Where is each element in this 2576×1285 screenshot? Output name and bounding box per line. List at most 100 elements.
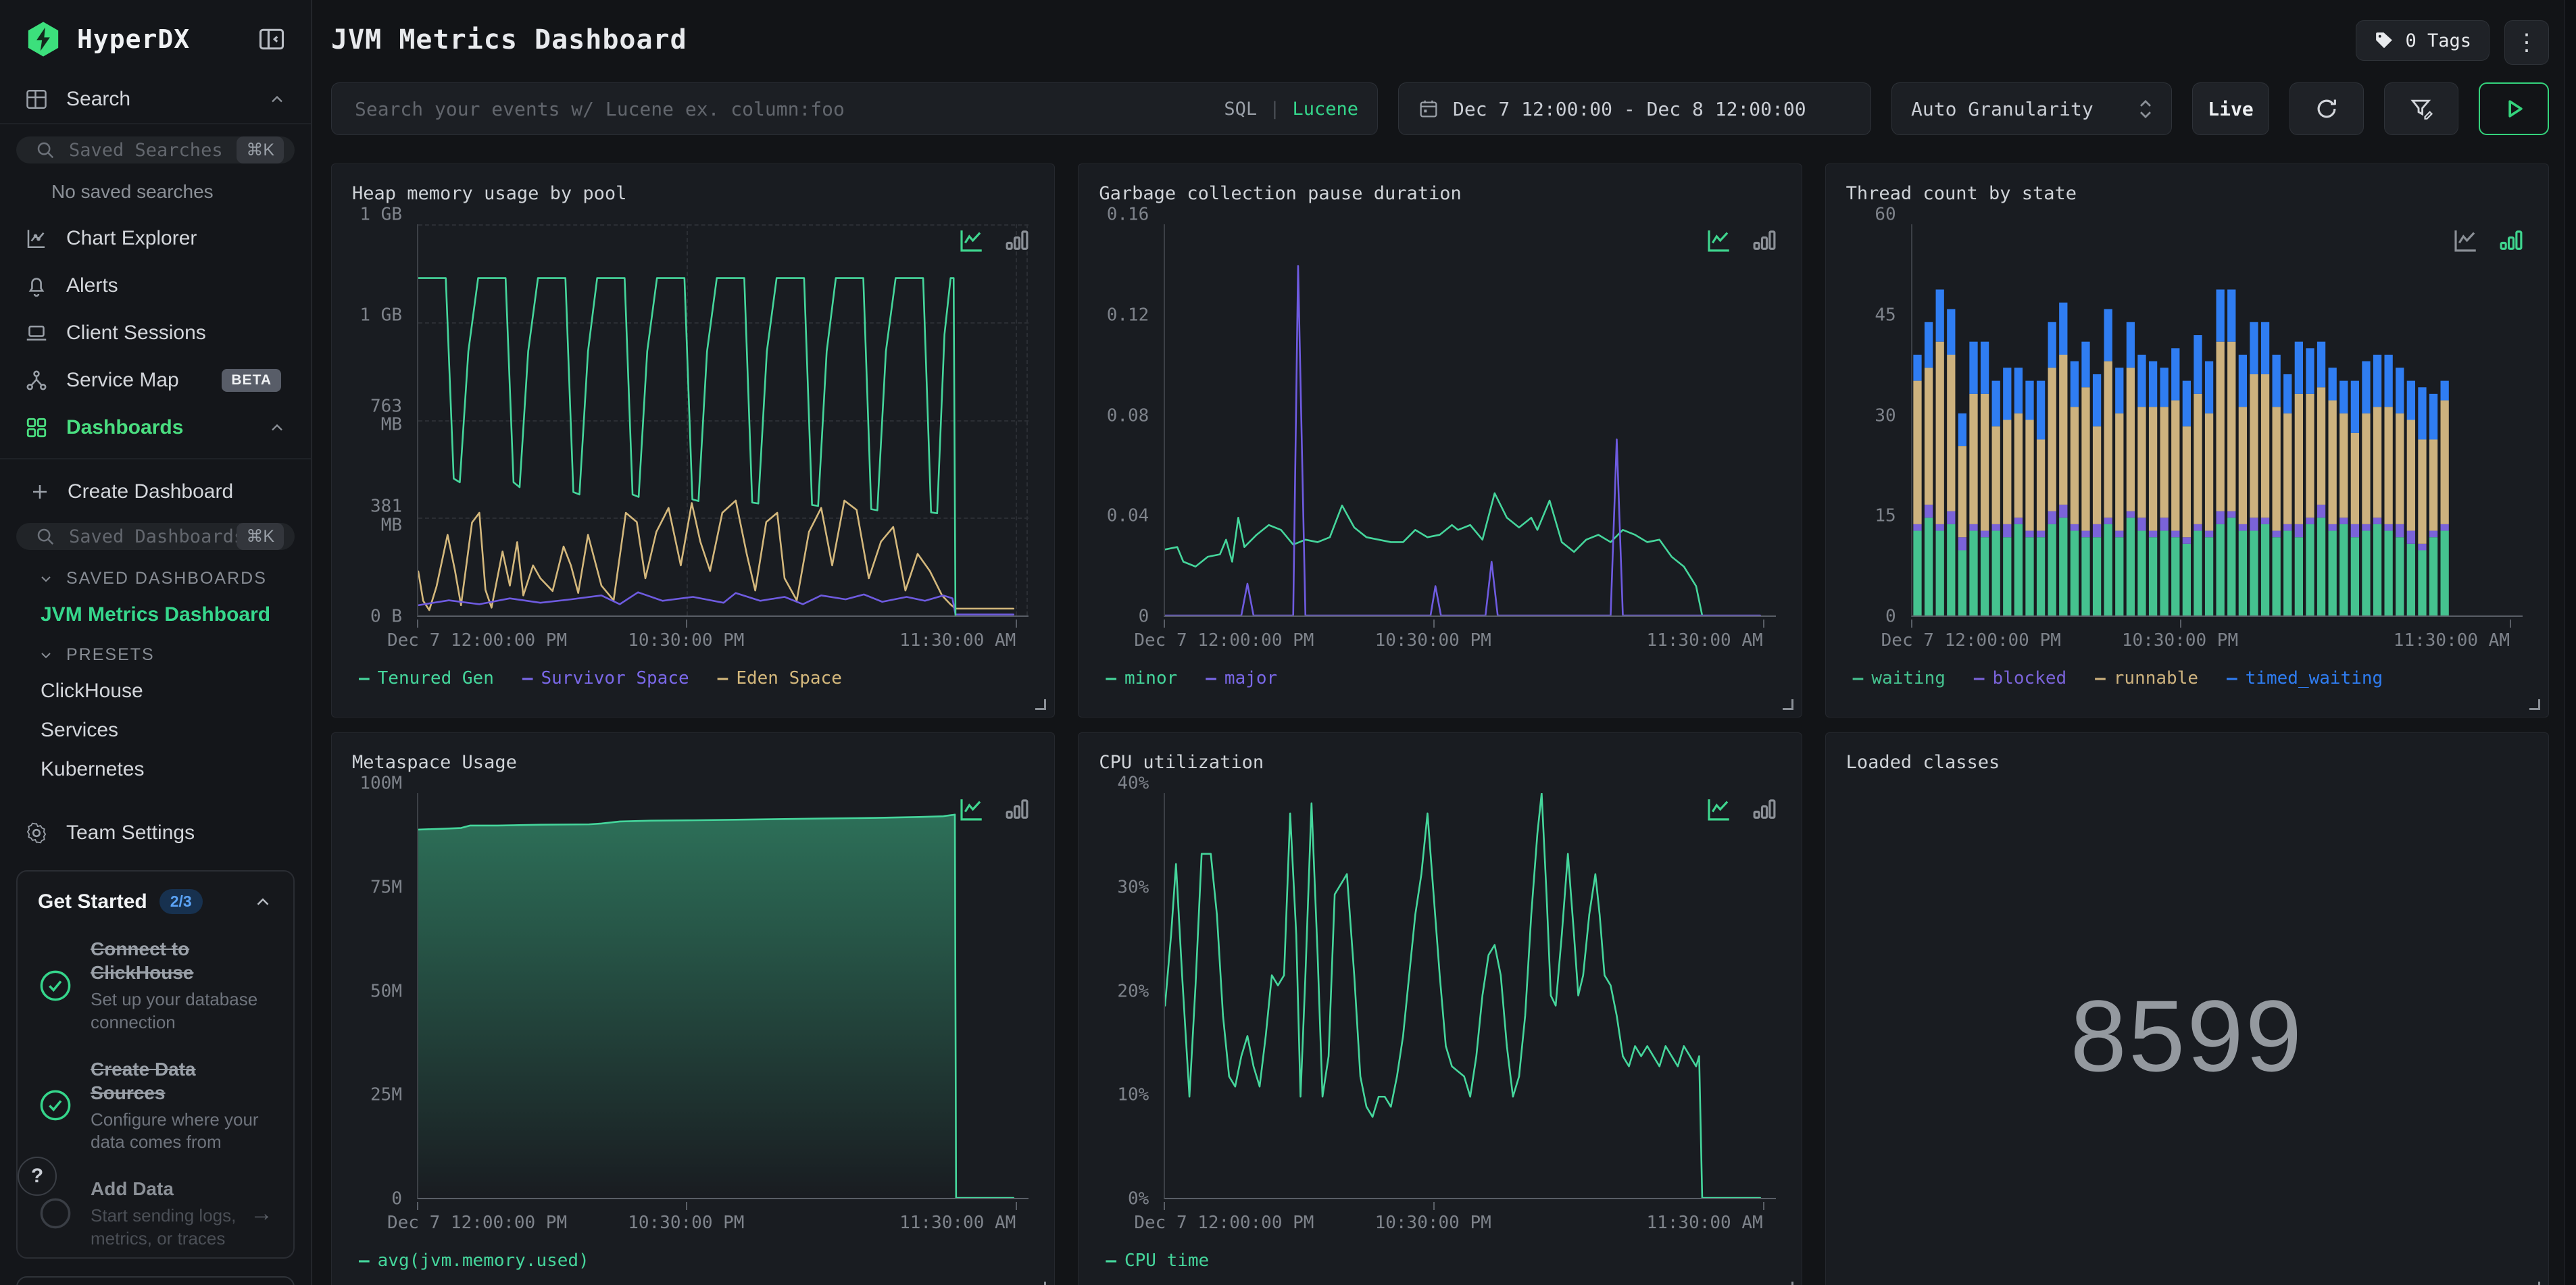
panel-title: Garbage collection pause duration [1099, 183, 1462, 204]
calendar-icon [1418, 98, 1439, 120]
line-chart-icon[interactable] [957, 795, 985, 824]
y-axis: 0.16 0.12 0.08 0.04 0 [1096, 205, 1158, 626]
granularity-select[interactable]: Auto Granularity [1891, 82, 2172, 135]
help-button[interactable]: ? [18, 1157, 57, 1196]
sidebar-item-service-map[interactable]: Service Map BETA [0, 357, 311, 404]
sidebar-item-team-settings[interactable]: Team Settings [0, 809, 311, 857]
bar-chart-icon[interactable] [1003, 226, 1031, 255]
chart-heap-memory: 1 GB 1 GB 763 MB 381 MB 0 B Dec 7 12:00:00 PM… [349, 205, 1034, 655]
bar-chart-icon[interactable] [2497, 226, 2525, 255]
bar-chart-icon[interactable] [1750, 795, 1779, 824]
line-chart-icon[interactable] [1704, 226, 1733, 255]
lucene-toggle[interactable]: Lucene [1292, 99, 1358, 120]
filter-edit-icon [2410, 99, 2433, 120]
legend-item[interactable]: — avg(jvm.memory.used) [359, 1251, 589, 1271]
filter-button[interactable] [2384, 82, 2458, 135]
saved-dashboards-input[interactable]: ⌘K [16, 523, 295, 550]
legend-item[interactable]: — minor [1106, 668, 1177, 688]
legend-item[interactable]: — Tenured Gen [359, 668, 494, 688]
legend-item[interactable]: — blocked [1974, 668, 2066, 688]
live-button[interactable]: Live [2192, 82, 2269, 135]
sidebar-item-client-sessions[interactable]: Client Sessions [0, 309, 311, 357]
chart-type-switcher [1704, 795, 1779, 824]
y-tick-label: 100M [360, 773, 402, 794]
sidebar-item-chart-explorer[interactable]: Chart Explorer [0, 215, 311, 262]
legend-item[interactable]: — runnable [2095, 668, 2198, 688]
tags-button[interactable]: 0 Tags [2356, 20, 2490, 61]
beta-badge: BETA [222, 369, 281, 392]
sidebar-item-jvm-metrics-dashboard[interactable]: JVM Metrics Dashboard [0, 595, 311, 634]
page-title: JVM Metrics Dashboard [331, 24, 687, 55]
section-saved-dashboards[interactable]: SAVED DASHBOARDS [0, 558, 311, 595]
event-search-input[interactable] [355, 97, 1224, 120]
resize-handle[interactable] [2529, 1282, 2540, 1285]
get-started-header[interactable]: Get Started 2/3 [38, 889, 273, 914]
line-chart-icon[interactable] [2451, 226, 2479, 255]
refresh-icon [2317, 99, 2336, 118]
resize-handle[interactable] [1035, 1282, 1047, 1285]
legend-item[interactable]: — major [1206, 668, 1277, 688]
run-query-button[interactable] [2479, 82, 2549, 135]
line-chart-icon[interactable] [957, 226, 985, 255]
kebab-menu-button[interactable]: ⋮ [2504, 20, 2549, 65]
get-started-step-connect[interactable]: Connect to ClickHouse Set up your databa… [38, 937, 273, 1034]
chart-type-switcher [957, 795, 1031, 824]
step-texts: Create Data Sources Configure where your… [91, 1057, 273, 1155]
x-axis: Dec 7 12:00:00 PM 10:30:00 PM 11:30:00 AM [1134, 1202, 1775, 1237]
get-started-progress-badge: 2/3 [159, 889, 203, 914]
panel-title: Thread count by state [1846, 183, 2077, 204]
chart-type-switcher [1704, 226, 1779, 255]
legend-item[interactable]: — waiting [1853, 668, 1946, 688]
y-tick-label: 25M [370, 1084, 402, 1105]
laptop-icon [24, 321, 49, 345]
resize-handle[interactable] [1782, 699, 1793, 710]
resize-handle[interactable] [2529, 699, 2540, 710]
bar-chart-icon[interactable] [1750, 226, 1779, 255]
sidebar-item-alerts[interactable]: Alerts [0, 262, 311, 309]
panel-title: Metaspace Usage [352, 752, 517, 773]
gear-icon [24, 821, 49, 845]
get-started-step-data-sources[interactable]: Create Data Sources Configure where your… [38, 1057, 273, 1155]
sidebar-item-search[interactable]: Search [0, 76, 311, 124]
controls-row: SQL | Lucene Dec 7 12:00:00 - Dec 8 12:0… [331, 82, 2549, 135]
step-title: Create Data Sources [91, 1058, 196, 1103]
brand-name: HyperDX [77, 24, 191, 54]
panel-heap-memory: Heap memory usage by pool 1 GB 1 GB 763 MB… [331, 163, 1056, 717]
legend-item[interactable]: — CPU time [1106, 1251, 1209, 1271]
section-presets[interactable]: PRESETS [0, 634, 311, 672]
saved-searches-input[interactable]: ⌘K [16, 136, 295, 163]
sidebar-item-clickhouse[interactable]: ClickHouse [0, 672, 311, 711]
play-icon [2508, 100, 2523, 118]
y-tick-label: 381 MB [370, 496, 402, 536]
date-range-picker[interactable]: Dec 7 12:00:00 - Dec 8 12:00:00 [1398, 82, 1871, 135]
legend-item[interactable]: — Survivor Space [522, 668, 689, 688]
event-search-box[interactable]: SQL | Lucene [331, 82, 1378, 135]
plot-area [1910, 224, 2523, 617]
saved-searches-field[interactable] [69, 139, 237, 161]
bar-chart-icon[interactable] [1003, 795, 1031, 824]
scrollbar-gutter[interactable] [2564, 0, 2576, 1285]
shortcut-badge: ⌘K [237, 136, 284, 163]
granularity-value: Auto Granularity [1911, 97, 2094, 120]
user-profile-card[interactable]: D dominic.tran@clic... dominic.tran@clic… [16, 1276, 295, 1285]
resize-handle[interactable] [1035, 699, 1047, 710]
panel-thread-count: Thread count by state 60 45 30 15 0 Dec 7 12:… [1825, 163, 2549, 717]
line-chart-icon[interactable] [1704, 795, 1733, 824]
resize-handle[interactable] [1783, 1282, 1793, 1285]
collapse-sidebar-icon[interactable] [257, 24, 287, 54]
plot-area [1164, 224, 1776, 617]
saved-dashboards-field[interactable] [69, 526, 237, 547]
get-started-step-add-data[interactable]: Add Data Start sending logs, metrics, or… [38, 1177, 273, 1251]
legend-item[interactable]: — timed_waiting [2227, 668, 2383, 688]
legend-item[interactable]: — Eden Space [718, 668, 842, 688]
y-axis: 100M 75M 50M 25M 0 [349, 774, 412, 1209]
y-tick-label: 0.08 [1106, 405, 1149, 426]
sidebar-item-services[interactable]: Services [0, 711, 311, 750]
y-tick-label: 0 [391, 1188, 402, 1209]
sidebar-item-kubernetes[interactable]: Kubernetes [0, 750, 311, 789]
sidebar-item-dashboards[interactable]: Dashboards [0, 404, 311, 451]
refresh-button[interactable] [2289, 82, 2364, 135]
sql-toggle[interactable]: SQL [1224, 99, 1257, 120]
shortcut-badge: ⌘K [237, 523, 284, 550]
create-dashboard-button[interactable]: Create Dashboard [0, 469, 311, 515]
